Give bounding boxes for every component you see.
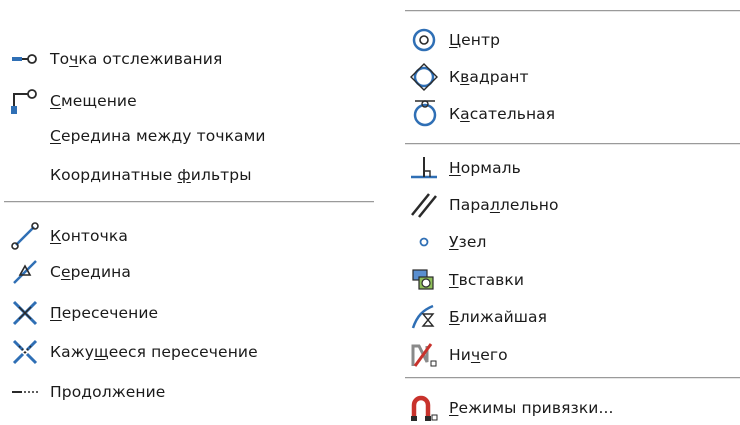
menu-item-label: Твставки xyxy=(449,270,525,289)
insert-icon xyxy=(409,265,439,295)
menu-item-apparent-intersection[interactable]: Кажущееся пересечение xyxy=(0,334,375,369)
menu-item-label: Касательная xyxy=(449,104,556,123)
intersection-icon xyxy=(10,298,40,328)
menu-item-extension[interactable]: Продолжение xyxy=(0,374,375,409)
menu-item-none[interactable]: Ничего xyxy=(405,337,740,372)
menu-item-perpendicular[interactable]: Нормаль xyxy=(405,150,740,185)
menu-item-label: Координатные фильтры xyxy=(50,165,252,184)
menu-item-midpoint-between-points[interactable]: Середина между точками xyxy=(0,118,375,153)
none-icon xyxy=(409,340,439,370)
menu-separator xyxy=(405,10,740,12)
menu-separator xyxy=(405,377,740,379)
menu-item-label: Центр xyxy=(449,30,501,49)
menu-item-tracking-point[interactable]: Точка отслеживания xyxy=(0,41,375,76)
menu-item-label: Ближайшая xyxy=(449,307,548,326)
menu-item-nearest[interactable]: Ближайшая xyxy=(405,299,740,334)
extension-icon xyxy=(10,377,40,407)
menu-item-node[interactable]: Узел xyxy=(405,224,740,259)
menu-separator xyxy=(405,143,740,145)
quadrant-icon xyxy=(409,62,439,92)
menu-item-osnap-settings[interactable]: Режимы привязки... xyxy=(405,390,740,425)
parallel-icon xyxy=(409,190,439,220)
perpendicular-icon xyxy=(409,153,439,183)
tangent-icon xyxy=(409,99,439,129)
menu-item-coordinate-filters[interactable]: Координатные фильтры xyxy=(0,157,375,192)
menu-item-label: Узел xyxy=(449,232,487,251)
menu-item-intersection[interactable]: Пересечение xyxy=(0,295,375,330)
menu-item-label: Кажущееся пересечение xyxy=(50,342,258,361)
menu-item-parallel[interactable]: Параллельно xyxy=(405,187,740,222)
menu-item-offset[interactable]: Смещение xyxy=(0,83,375,118)
osnap-settings-icon xyxy=(409,393,439,423)
menu-item-label: Смещение xyxy=(50,91,137,110)
menu-item-label: Конточка xyxy=(50,226,128,245)
midpoint-icon xyxy=(10,257,40,287)
tracking-point-icon xyxy=(10,44,40,74)
node-icon xyxy=(409,227,439,257)
menu-separator xyxy=(4,201,374,203)
menu-item-label: Ничего xyxy=(449,345,508,364)
menu-item-label: Пересечение xyxy=(50,303,159,322)
menu-item-center[interactable]: Центр xyxy=(405,22,740,57)
menu-item-label: Точка отслеживания xyxy=(50,49,223,68)
menu-item-quadrant[interactable]: Квадрант xyxy=(405,59,740,94)
offset-icon xyxy=(10,86,40,116)
apparent-intersection-icon xyxy=(10,337,40,367)
menu-item-endpoint[interactable]: Конточка xyxy=(0,218,375,253)
menu-item-insert[interactable]: Твставки xyxy=(405,262,740,297)
menu-item-tangent[interactable]: Касательная xyxy=(405,96,740,131)
nearest-icon xyxy=(409,302,439,332)
menu-item-label: Середина между точками xyxy=(50,126,266,145)
menu-item-label: Режимы привязки... xyxy=(449,398,614,417)
menu-item-label: Квадрант xyxy=(449,67,529,86)
menu-item-label: Нормаль xyxy=(449,158,521,177)
menu-item-label: Середина xyxy=(50,262,131,281)
center-icon xyxy=(409,25,439,55)
menu-item-midpoint[interactable]: Середина xyxy=(0,254,375,289)
menu-item-label: Параллельно xyxy=(449,195,559,214)
endpoint-icon xyxy=(10,221,40,251)
menu-item-label: Продолжение xyxy=(50,382,166,401)
